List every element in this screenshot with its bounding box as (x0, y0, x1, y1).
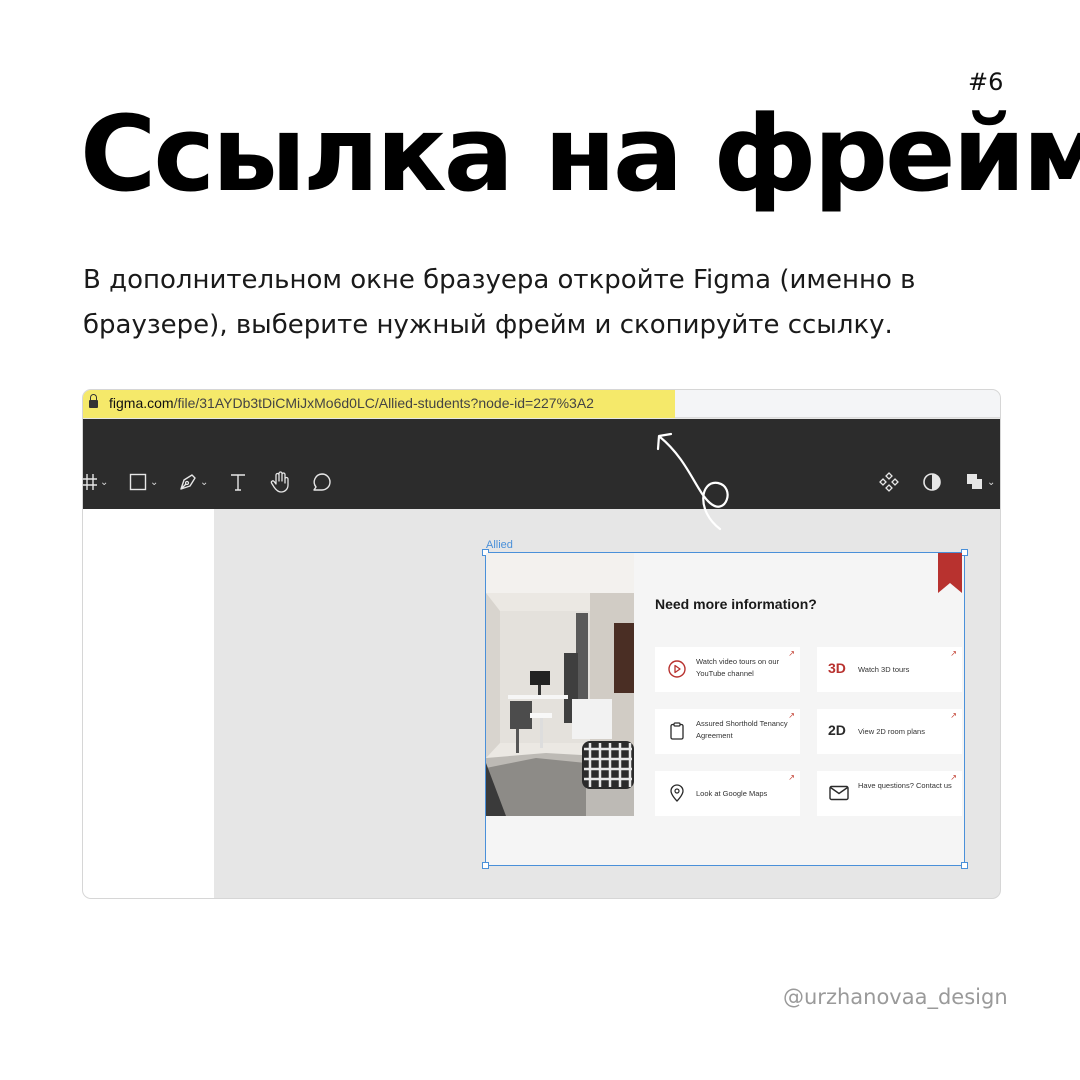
text-tool-button[interactable] (230, 470, 246, 494)
boolean-icon (967, 474, 982, 489)
card-label: View 2D room plans (858, 727, 925, 736)
figma-toolbar: ⌄ ⌄ ⌄ ⌄ (83, 419, 1000, 509)
rectangle-icon (129, 473, 147, 491)
url-text[interactable]: figma.com/file/31AYDb3tDiCMiJxMo6d0LC/Al… (109, 395, 594, 411)
card-tenancy-agreement[interactable]: Assured Shorthold Tenancy Agreement ↗ (655, 709, 800, 754)
card-label: Assured Shorthold Tenancy Agreement (696, 719, 788, 740)
page-title: Ссылка на фрейм (80, 93, 1080, 215)
bookmark-icon (938, 553, 962, 593)
frame-heading: Need more information? (655, 596, 817, 612)
card-contact-us[interactable]: Have questions? Contact us ↗ (817, 771, 962, 816)
3d-icon: 3D (828, 660, 846, 676)
arrow-up-right-icon: ↗ (788, 773, 795, 782)
component-button[interactable] (879, 470, 899, 494)
author-handle: @urzhanovaa_design (783, 985, 1008, 1009)
chevron-down-icon: ⌄ (150, 476, 159, 488)
frame-name[interactable]: Allied (486, 539, 513, 551)
resize-handle[interactable] (961, 549, 968, 556)
card-2d-plans[interactable]: 2D View 2D room plans ↗ (817, 709, 962, 754)
arrow-up-right-icon: ↗ (950, 649, 957, 658)
comment-tool-button[interactable] (312, 470, 332, 494)
address-bar[interactable]: figma.com/file/31AYDb3tDiCMiJxMo6d0LC/Al… (83, 390, 1000, 418)
arrow-up-right-icon: ↗ (788, 711, 795, 720)
rectangle-tool-button[interactable]: ⌄ (129, 470, 158, 494)
card-3d-tours[interactable]: 3D Watch 3D tours ↗ (817, 647, 962, 692)
layers-panel (83, 509, 214, 898)
chevron-down-icon: ⌄ (987, 476, 996, 488)
url-path: /file/31AYDb3tDiCMiJxMo6d0LC/Allied-stud… (173, 395, 594, 411)
resize-handle[interactable] (482, 862, 489, 869)
contrast-button[interactable] (922, 470, 942, 494)
pen-tool-button[interactable]: ⌄ (179, 470, 208, 494)
arrow-up-right-icon: ↗ (950, 773, 957, 782)
description: В дополнительном окне бразуера откройте … (83, 265, 916, 340)
url-host: figma.com (109, 395, 174, 411)
chevron-down-icon: ⌄ (100, 476, 109, 488)
mail-icon (829, 783, 849, 803)
resize-handle[interactable] (961, 862, 968, 869)
2d-icon: 2D (828, 722, 846, 738)
arrow-up-right-icon: ↗ (788, 649, 795, 658)
component-icon (879, 472, 899, 492)
selected-frame[interactable]: Need more information? Watch video tours… (482, 549, 968, 869)
frame-tool-button[interactable]: ⌄ (83, 470, 108, 494)
comment-icon (313, 473, 331, 491)
clipboard-icon (667, 721, 687, 741)
text-icon (231, 474, 245, 491)
browser-window: figma.com/file/31AYDb3tDiCMiJxMo6d0LC/Al… (82, 389, 1001, 899)
arrow-up-right-icon: ↗ (950, 711, 957, 720)
pen-icon (180, 474, 196, 490)
room-photo (486, 553, 634, 816)
play-circle-icon (667, 659, 687, 679)
card-video-tours[interactable]: Watch video tours on our YouTube channel… (655, 647, 800, 692)
card-label: Have questions? Contact us (858, 781, 952, 790)
card-label: Watch video tours on our YouTube channel (696, 657, 780, 678)
frame-icon (83, 474, 97, 490)
card-label: Watch 3D tours (858, 665, 910, 674)
lock-icon (89, 394, 98, 409)
boolean-button[interactable]: ⌄ (966, 470, 995, 494)
annotation-arrow-icon (656, 432, 729, 531)
hand-icon (270, 471, 289, 493)
card-label: Look at Google Maps (696, 789, 768, 798)
map-pin-icon (667, 783, 687, 803)
card-google-maps[interactable]: Look at Google Maps ↗ (655, 771, 800, 816)
contrast-icon (923, 473, 941, 491)
chevron-down-icon: ⌄ (200, 476, 209, 488)
hand-tool-button[interactable] (270, 470, 290, 494)
